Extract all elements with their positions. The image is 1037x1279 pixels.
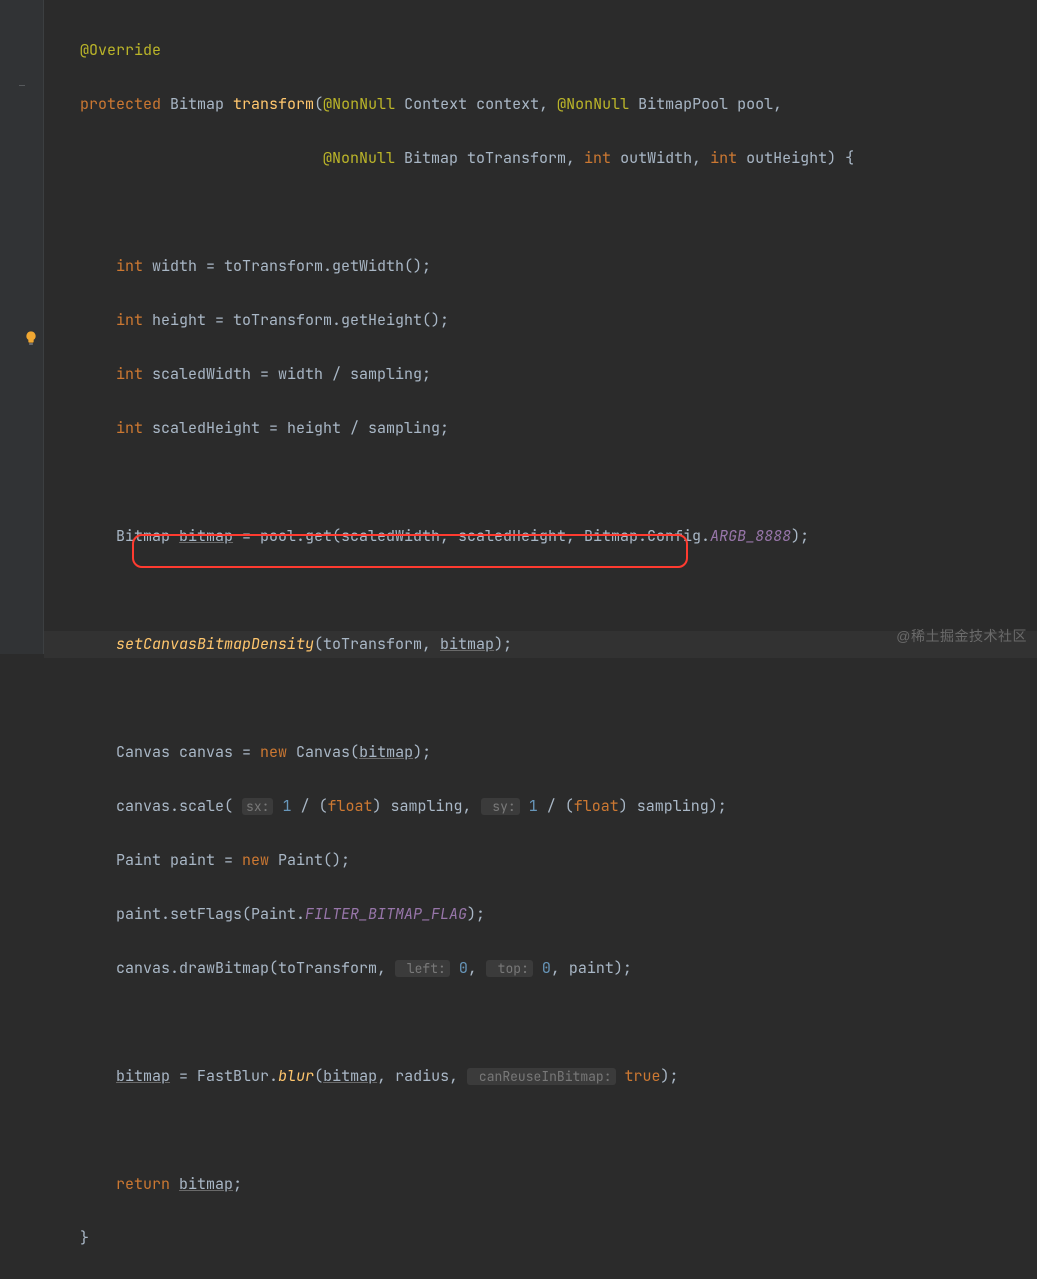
const-filterbitmapflag: FILTER_BITMAP_FLAG — [305, 904, 467, 924]
class-fastblur: FastBlur. — [197, 1066, 278, 1086]
call-blur: blur — [278, 1066, 314, 1086]
method-name: transform — [233, 94, 314, 114]
decl-scaledheight: scaledHeight = height / sampling; — [143, 418, 449, 438]
ctor-canvas: Canvas( — [287, 742, 359, 762]
param-outwidth: outWidth, — [611, 148, 710, 168]
args: (toTransform, — [314, 634, 440, 654]
text: ) sampling); — [619, 796, 727, 816]
ref-bitmap: bitmap — [116, 1066, 170, 1086]
text: / ( — [538, 796, 574, 816]
semicolon: ); — [661, 1066, 679, 1086]
decl-scaledwidth: scaledWidth = width / sampling; — [143, 364, 431, 384]
assign: = — [170, 1066, 197, 1086]
number-1: 1 — [273, 796, 291, 816]
decl-height: height = toTransform.getHeight(); — [143, 310, 449, 330]
keyword-int: int — [116, 364, 143, 384]
editor-gutter: — — [0, 0, 44, 654]
keyword-return: return — [116, 1174, 170, 1194]
keyword-int: int — [710, 148, 737, 168]
args: , radius, — [377, 1066, 467, 1086]
number-0: 0 — [450, 958, 468, 978]
keyword-int: int — [584, 148, 611, 168]
ref-bitmap: bitmap — [179, 1174, 233, 1194]
keyword-float: float — [327, 796, 372, 816]
semicolon: ; — [233, 1174, 242, 1194]
param-context: Context context, — [395, 94, 557, 114]
annotation: @NonNull — [557, 94, 629, 114]
type-bitmap: Bitmap — [116, 526, 179, 546]
number-0: 0 — [533, 958, 551, 978]
fold-marker-icon[interactable]: — — [0, 80, 44, 92]
comma: , — [468, 958, 486, 978]
keyword-int: int — [116, 256, 143, 276]
keyword-float: float — [574, 796, 619, 816]
ref-bitmap: bitmap — [440, 634, 494, 654]
number-1: 1 — [520, 796, 538, 816]
param-hint-canreuse: canReuseInBitmap: — [467, 1068, 615, 1085]
code-editor[interactable]: @Override protected Bitmap transform(@No… — [44, 0, 1037, 654]
var-bitmap: bitmap — [179, 526, 233, 546]
closing-brace: } — [80, 1228, 89, 1248]
semicolon: ); — [791, 526, 809, 546]
keyword-int: int — [116, 418, 143, 438]
text: ) sampling, — [372, 796, 480, 816]
paren: ( — [314, 94, 323, 114]
keyword-new: new — [242, 850, 269, 870]
call-setflags: paint.setFlags(Paint. — [116, 904, 305, 924]
annotation: @NonNull — [323, 94, 395, 114]
call-setcanvasbitmapdensity: setCanvasBitmapDensity — [116, 634, 314, 654]
param-hint-sx: sx: — [242, 798, 273, 815]
call-scale: canvas.scale( — [116, 796, 242, 816]
param-hint-top: top: — [486, 960, 533, 977]
ref-bitmap: bitmap — [323, 1066, 377, 1086]
keyword-int: int — [116, 310, 143, 330]
intention-bulb-icon[interactable] — [23, 330, 37, 344]
ctor-paint: Paint(); — [269, 850, 350, 870]
text: , paint); — [551, 958, 632, 978]
text: / ( — [291, 796, 327, 816]
space — [170, 1174, 179, 1194]
paren: ( — [314, 1066, 323, 1086]
param-hint-sy: sy: — [481, 798, 520, 815]
keyword-new: new — [260, 742, 287, 762]
ref-bitmap: bitmap — [359, 742, 413, 762]
decl-paint: Paint paint = — [116, 850, 242, 870]
semicolon: ); — [467, 904, 485, 924]
param-outheight: outHeight) { — [737, 148, 854, 168]
const-argb8888: ARGB_8888 — [710, 526, 791, 546]
annotation: @Override — [80, 40, 161, 60]
keyword-true: true — [616, 1066, 661, 1086]
return-type: Bitmap — [161, 94, 233, 114]
semicolon: ); — [494, 634, 512, 654]
assign-poolget: = pool.get(scaledWidth, scaledHeight, Bi… — [233, 526, 710, 546]
watermark: @稀土掘金技术社区 — [896, 626, 1027, 646]
call-drawbitmap: canvas.drawBitmap(toTransform, — [116, 958, 395, 978]
param-totransform: Bitmap toTransform, — [395, 148, 584, 168]
decl-width: width = toTransform.getWidth(); — [143, 256, 431, 276]
decl-canvas: Canvas canvas = — [116, 742, 260, 762]
param-pool: BitmapPool pool, — [629, 94, 782, 114]
annotation: @NonNull — [323, 148, 395, 168]
semicolon: ); — [413, 742, 431, 762]
keyword-protected: protected — [80, 94, 161, 114]
param-hint-left: left: — [395, 960, 450, 977]
